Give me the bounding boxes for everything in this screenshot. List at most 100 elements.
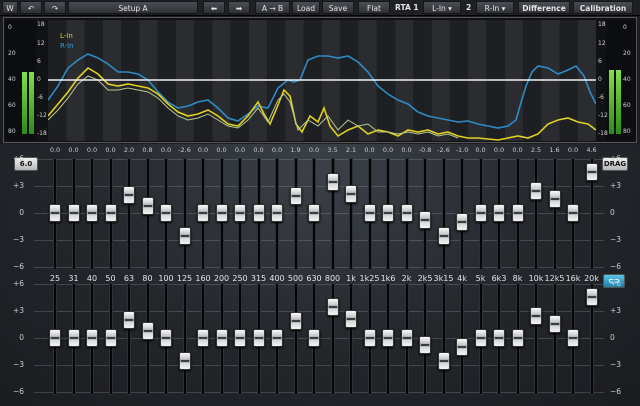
fader-31[interactable] (67, 204, 80, 222)
fader-1k25[interactable] (363, 204, 376, 222)
fader-80[interactable] (141, 321, 154, 340)
fader-63[interactable] (123, 311, 135, 329)
load-button[interactable]: Load (292, 1, 320, 14)
fader-1k6[interactable] (382, 329, 394, 347)
fader-630[interactable] (308, 204, 320, 222)
fader-100[interactable] (160, 204, 172, 222)
undo-button[interactable]: ↶ (20, 1, 42, 14)
fader-10k[interactable] (530, 306, 542, 325)
flat-button[interactable]: Flat (358, 1, 390, 14)
fader-2k[interactable] (400, 204, 413, 222)
spectrum-plot: L-In R-In (48, 20, 596, 141)
gain-value: 0.0 (68, 146, 79, 154)
fader-1k[interactable] (345, 185, 357, 204)
fader-8k[interactable] (511, 329, 524, 347)
fader-80[interactable] (141, 196, 154, 215)
fader-10k[interactable] (530, 181, 542, 200)
db-label: 12 (598, 40, 606, 47)
fader-2k[interactable] (400, 329, 413, 347)
gain-scale-label: +3 (610, 181, 622, 190)
gain-value: 0.0 (216, 146, 227, 154)
meter-scale-label: 80 (8, 128, 16, 135)
meter-scale-label: 0 (8, 24, 12, 31)
fader-25[interactable] (49, 329, 61, 347)
fader-160[interactable] (197, 329, 209, 347)
fader-800[interactable] (326, 297, 339, 316)
gain-value: 2.5 (530, 146, 542, 154)
a-to-b-button[interactable]: A → B (255, 1, 290, 14)
gain-scale-label: −3 (610, 235, 622, 244)
rta1-label: RTA 1 (395, 3, 419, 12)
fader-125[interactable] (178, 227, 191, 246)
fader-50[interactable] (104, 204, 117, 222)
gain-value: -0.8 (418, 146, 432, 154)
fader-250[interactable] (234, 329, 246, 347)
fader-40[interactable] (86, 204, 98, 222)
gain-scale-label: +6 (12, 154, 24, 163)
fader-500[interactable] (289, 311, 302, 330)
fader-20k[interactable] (585, 287, 598, 306)
fader-slot (293, 283, 298, 395)
meter-scale-label: 40 (8, 76, 16, 83)
meter-bar-left (609, 70, 614, 134)
gain-value: 1.9 (290, 146, 301, 154)
fader-500[interactable] (289, 186, 302, 205)
fader-200[interactable] (215, 329, 228, 347)
fader-5k[interactable] (474, 329, 487, 347)
fader-1k25[interactable] (363, 329, 376, 347)
fader-6k3[interactable] (493, 329, 505, 347)
fader-12k5[interactable] (548, 189, 561, 208)
fader-315[interactable] (252, 204, 265, 222)
fader-50[interactable] (104, 329, 117, 347)
db-label: 18 (598, 21, 606, 28)
gain-scale-label: +6 (12, 279, 24, 288)
fader-16k[interactable] (567, 329, 579, 347)
fader-4k[interactable] (456, 338, 468, 356)
fader-16k[interactable] (567, 204, 579, 222)
gain-value: 0.0 (512, 146, 523, 154)
fader-12k5[interactable] (548, 314, 561, 333)
save-button[interactable]: Save (322, 1, 354, 14)
fader-5k[interactable] (474, 204, 487, 222)
fader-315[interactable] (252, 329, 265, 347)
analyzer-display: 0 20 40 60 80 0 20 40 60 80 18 12 6 0 -6… (3, 17, 637, 143)
prev-setup-button[interactable]: ⬅ (203, 1, 225, 14)
fader-25[interactable] (49, 204, 61, 222)
fader-125[interactable] (178, 352, 191, 371)
fader-4k[interactable] (456, 213, 468, 231)
db-label: -12 (598, 112, 608, 119)
fader-200[interactable] (215, 204, 228, 222)
fader-400[interactable] (271, 204, 283, 222)
gain-value: 0.0 (86, 146, 98, 154)
fader-3k15[interactable] (437, 352, 450, 371)
gain-value: -2.6 (178, 146, 191, 154)
fader-40[interactable] (86, 329, 98, 347)
fader-2k5[interactable] (419, 336, 431, 355)
difference-button[interactable]: Difference (518, 1, 570, 14)
fader-100[interactable] (160, 329, 172, 347)
fader-160[interactable] (197, 204, 209, 222)
fader-6k3[interactable] (493, 204, 505, 222)
redo-button[interactable]: ↷ (44, 1, 66, 14)
waves-logo-icon[interactable]: W (2, 1, 18, 14)
fader-20k[interactable] (585, 162, 598, 181)
rta2-select[interactable]: R-In ▾ (476, 1, 514, 14)
fader-800[interactable] (326, 172, 339, 191)
fader-3k15[interactable] (437, 227, 450, 246)
fader-250[interactable] (234, 204, 246, 222)
fader-2k5[interactable] (419, 211, 431, 230)
setup-selector[interactable]: Setup A (68, 1, 198, 14)
fader-31[interactable] (67, 329, 80, 347)
db-label: 0 (37, 76, 41, 83)
fader-1k6[interactable] (382, 204, 394, 222)
fader-1k[interactable] (345, 310, 357, 329)
rta1-select[interactable]: L-In ▾ (423, 1, 461, 14)
fader-8k[interactable] (511, 204, 524, 222)
next-setup-button[interactable]: ➡ (228, 1, 250, 14)
fader-630[interactable] (308, 329, 320, 347)
gain-scale-label: −6 (12, 387, 24, 396)
fader-slot (293, 158, 298, 270)
calibration-button[interactable]: Calibration (573, 1, 633, 14)
fader-63[interactable] (123, 186, 135, 204)
fader-400[interactable] (271, 329, 283, 347)
